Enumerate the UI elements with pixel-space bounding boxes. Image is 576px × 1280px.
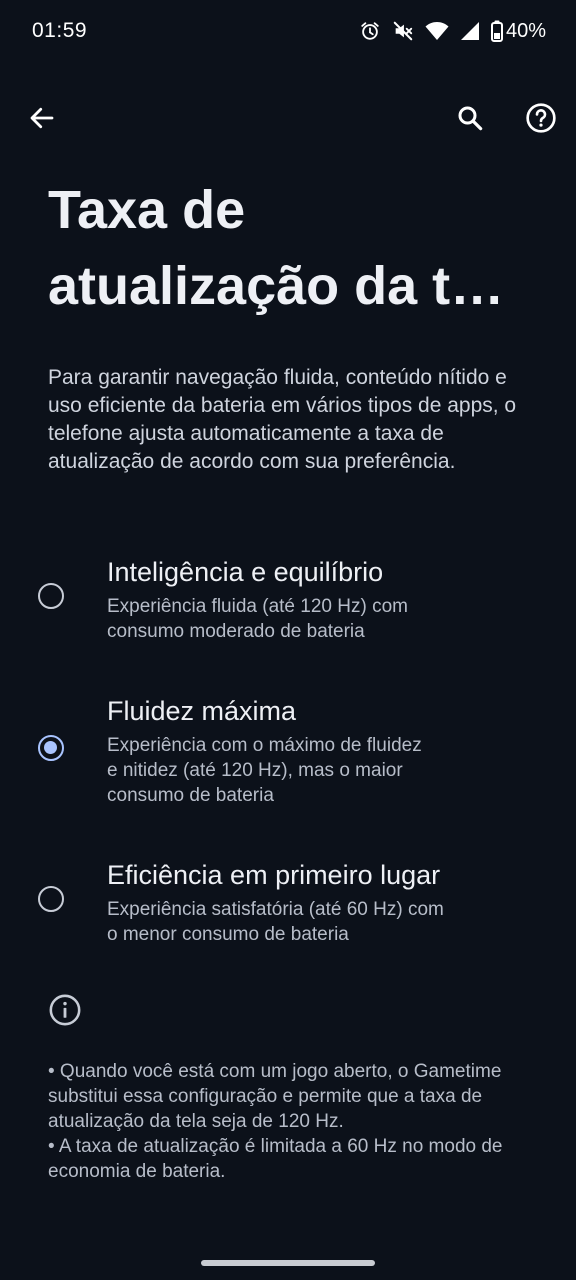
radio-button[interactable] — [38, 583, 64, 609]
help-button[interactable] — [517, 94, 565, 142]
battery-icon — [490, 20, 503, 42]
status-icons: 40% — [359, 18, 546, 44]
search-icon — [458, 106, 483, 131]
option-title: Eficiência em primeiro lugar — [107, 860, 441, 890]
option-efficiency-first[interactable]: Eficiência em primeiro lugar Experiência… — [0, 858, 576, 948]
battery-percentage: 40% — [505, 19, 546, 42]
gesture-nav-handle[interactable] — [201, 1260, 375, 1266]
wifi-icon — [425, 22, 449, 40]
footnote-battery-saver: • A taxa de atualização é limitada a 60 … — [48, 1136, 503, 1182]
radio-button-selected[interactable] — [38, 735, 64, 761]
option-description: Experiência satisfatória (até 60 Hz) com… — [107, 899, 444, 945]
back-arrow-icon — [30, 107, 54, 129]
alarm-icon — [361, 22, 379, 40]
footnote-gametime: • Quando você está com um jogo aberto, o… — [48, 1061, 502, 1132]
intro-description: Para garantir navegação fluida, conteúdo… — [48, 366, 517, 473]
option-title: Inteligência e equilíbrio — [107, 557, 384, 587]
page-title: Taxa de atualização da t… — [48, 180, 505, 316]
help-icon — [526, 103, 556, 133]
option-description: Experiência fluida (até 120 Hz) com cons… — [107, 596, 408, 642]
mute-icon — [393, 21, 413, 41]
option-description: Experiência com o máximo de fluidez e ni… — [107, 735, 422, 806]
footnote-text: • Quando você está com um jogo aberto, o… — [48, 1059, 548, 1184]
status-bar: 01:59 40% — [0, 0, 576, 62]
info-icon — [49, 994, 81, 1026]
status-time: 01:59 — [32, 19, 88, 42]
option-maximum-fluidity[interactable]: Fluidez máxima Experiência com o máximo … — [0, 694, 576, 809]
top-app-bar — [0, 90, 576, 146]
option-intelligence-balance[interactable]: Inteligência e equilíbrio Experiência fl… — [0, 555, 576, 645]
search-button[interactable] — [446, 94, 494, 142]
back-button[interactable] — [18, 94, 66, 142]
option-title: Fluidez máxima — [107, 696, 297, 726]
signal-icon — [460, 22, 479, 40]
battery-indicator: 40% — [490, 19, 546, 43]
radio-button[interactable] — [38, 886, 64, 912]
